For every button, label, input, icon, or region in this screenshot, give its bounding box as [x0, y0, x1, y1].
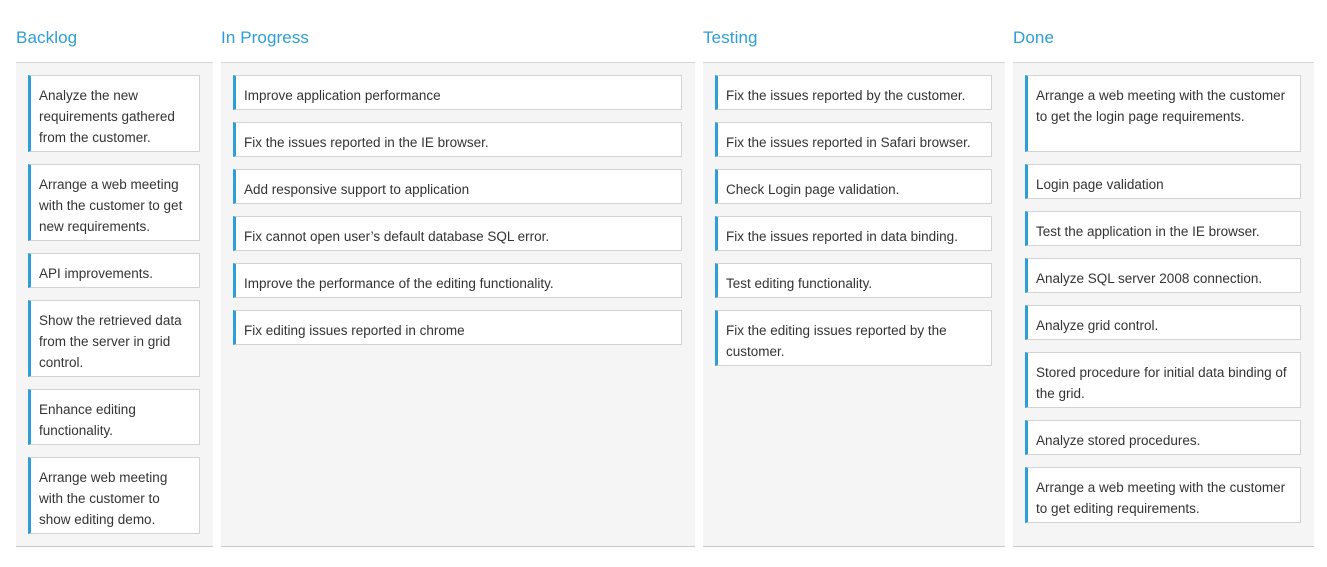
column-body-done: Arrange a web meeting with the customer …	[1013, 62, 1314, 547]
card[interactable]: Stored procedure for initial data bindin…	[1025, 352, 1301, 408]
column-testing: Testing Fix the issues reported by the c…	[703, 0, 1005, 547]
card[interactable]: Show the retrieved data from the server …	[28, 300, 200, 377]
column-done: Done Arrange a web meeting with the cust…	[1013, 0, 1314, 547]
column-body-backlog: Analyze the new requirements gathered fr…	[16, 62, 213, 547]
column-body-testing: Fix the issues reported by the customer.…	[703, 62, 1005, 547]
column-backlog: Backlog Analyze the new requirements gat…	[16, 0, 213, 547]
card[interactable]: Login page validation	[1025, 164, 1301, 199]
card[interactable]: Fix the issues reported by the customer.	[715, 75, 992, 110]
card[interactable]: Fix the issues reported in the IE browse…	[233, 122, 682, 157]
card[interactable]: Fix the issues reported in Safari browse…	[715, 122, 992, 157]
card[interactable]: Arrange a web meeting with the customer …	[1025, 75, 1301, 152]
column-header-in-progress: In Progress	[221, 28, 310, 47]
card[interactable]: Analyze grid control.	[1025, 305, 1301, 340]
card[interactable]: Test the application in the IE browser.	[1025, 211, 1301, 246]
kanban-board: Backlog Analyze the new requirements gat…	[0, 0, 1327, 567]
card[interactable]: Arrange a web meeting with the customer …	[1025, 467, 1301, 523]
card[interactable]: Improve the performance of the editing f…	[233, 263, 682, 298]
card[interactable]: Fix the editing issues reported by the c…	[715, 310, 992, 366]
card[interactable]: Fix cannot open user’s default database …	[233, 216, 682, 251]
card[interactable]: Arrange web meeting with the customer to…	[28, 457, 200, 534]
card[interactable]: Arrange a web meeting with the customer …	[28, 164, 200, 241]
column-header-backlog: Backlog	[16, 28, 78, 47]
card[interactable]: Analyze SQL server 2008 connection.	[1025, 258, 1301, 293]
card[interactable]: Add responsive support to application	[233, 169, 682, 204]
column-body-in-progress: Improve application performance Fix the …	[221, 62, 695, 547]
card[interactable]: Analyze the new requirements gathered fr…	[28, 75, 200, 152]
card[interactable]: Improve application performance	[233, 75, 682, 110]
card[interactable]: Enhance editing functionality.	[28, 389, 200, 445]
card[interactable]: API improvements.	[28, 253, 200, 288]
column-header-testing: Testing	[703, 28, 758, 47]
card[interactable]: Fix editing issues reported in chrome	[233, 310, 682, 345]
card[interactable]: Analyze stored procedures.	[1025, 420, 1301, 455]
column-in-progress: In Progress Improve application performa…	[221, 0, 695, 547]
card[interactable]: Test editing functionality.	[715, 263, 992, 298]
card[interactable]: Check Login page validation.	[715, 169, 992, 204]
column-header-done: Done	[1013, 28, 1055, 47]
card[interactable]: Fix the issues reported in data binding.	[715, 216, 992, 251]
